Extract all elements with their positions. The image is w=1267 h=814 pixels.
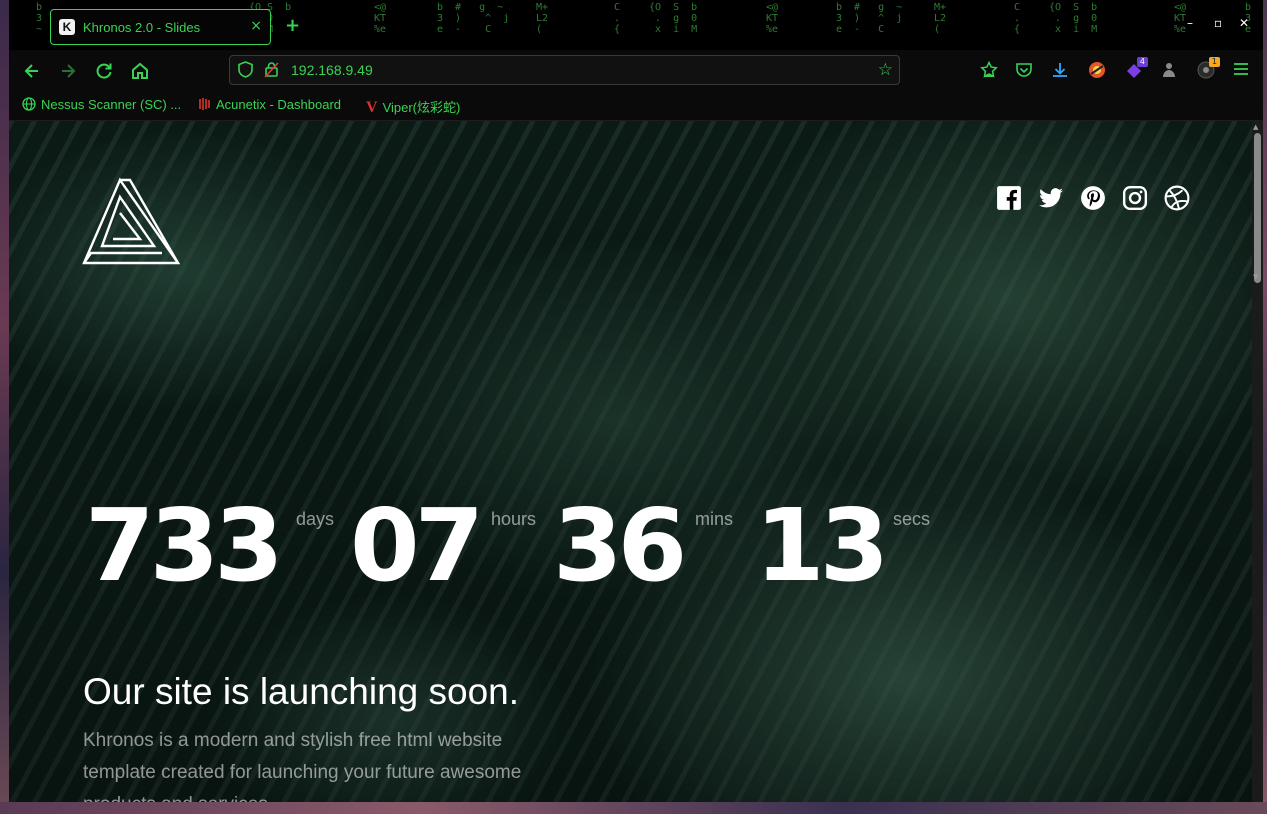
new-tab-button[interactable]: +: [285, 15, 300, 36]
pocket-icon[interactable]: [1014, 61, 1034, 81]
scroll-down-arrow-icon[interactable]: ▼: [1253, 273, 1258, 281]
extension-orange-icon[interactable]: [1087, 61, 1107, 81]
page-scrollbar[interactable]: ▲ ▼: [1252, 121, 1263, 802]
maximize-button[interactable]: ▫: [1214, 16, 1222, 30]
minimize-button[interactable]: –: [1187, 16, 1193, 30]
scroll-up-arrow-icon[interactable]: ▲: [1253, 123, 1258, 131]
url-input[interactable]: 192.168.9.49: [291, 62, 373, 78]
webpage: 733 days 07 hours 36 mins 13 secs Our si…: [9, 121, 1252, 802]
countdown-hours: 07: [350, 487, 484, 604]
bookmark-star-icon[interactable]: [979, 60, 999, 81]
back-button[interactable]: [22, 61, 42, 81]
browser-window: b 3 ~ {O S b g 0 i M <@ KT %e b # g ~ 3 …: [9, 0, 1263, 802]
acunetix-icon: [197, 97, 211, 112]
khronos-logo-icon[interactable]: [82, 177, 180, 267]
dribbble-icon[interactable]: [1164, 185, 1190, 211]
download-icon[interactable]: [1050, 61, 1070, 81]
bookmark-label: Viper(炫彩蛇): [382, 100, 461, 115]
extension-dark-icon[interactable]: 1: [1196, 57, 1220, 81]
countdown-mins-label: mins: [695, 509, 734, 529]
tab-title: Khronos 2.0 - Slides: [83, 20, 201, 35]
scrollbar-thumb[interactable]: [1254, 133, 1261, 283]
navigation-toolbar: 192.168.9.49 ☆ 4 1: [9, 50, 1263, 92]
desktop-wallpaper-bottom: [0, 802, 1267, 814]
forward-button[interactable]: [58, 61, 78, 81]
extension-gray-icon[interactable]: [1159, 61, 1179, 81]
bookmark-nessus[interactable]: Nessus Scanner (SC) ...: [22, 97, 181, 112]
page-headline: Our site is launching soon.: [83, 671, 520, 712]
reload-icon: [96, 63, 112, 79]
tab-strip: b 3 ~ {O S b g 0 i M <@ KT %e b # g ~ 3 …: [9, 0, 1263, 50]
twitter-icon[interactable]: [1038, 185, 1064, 211]
instagram-icon[interactable]: [1122, 185, 1148, 211]
extension-purple-icon[interactable]: 4: [1124, 57, 1148, 81]
desktop-wallpaper-left: [0, 0, 9, 814]
arrow-right-icon: [62, 64, 76, 78]
countdown-hours-label: hours: [491, 509, 537, 529]
home-icon: [132, 62, 148, 79]
insecure-lock-icon[interactable]: [264, 61, 279, 82]
countdown-secs: 13: [755, 487, 889, 604]
tab-active[interactable]: K Khronos 2.0 - Slides ×: [50, 9, 271, 45]
countdown-days-label: days: [296, 509, 335, 529]
reload-button[interactable]: [94, 61, 114, 81]
bookmark-label: Nessus Scanner (SC) ...: [41, 97, 182, 112]
close-tab-icon[interactable]: ×: [250, 18, 262, 34]
extension-badge: 1: [1208, 57, 1220, 67]
close-window-button[interactable]: ✕: [1239, 16, 1249, 30]
pinterest-icon[interactable]: [1080, 185, 1106, 211]
bookmark-viper[interactable]: V Viper(炫彩蛇): [366, 97, 460, 117]
home-button[interactable]: [130, 61, 150, 81]
bookmark-star-icon[interactable]: ☆: [878, 60, 893, 80]
menu-icon[interactable]: [1231, 61, 1251, 81]
facebook-icon[interactable]: [996, 185, 1022, 211]
tracking-shield-icon[interactable]: [238, 61, 253, 82]
arrow-left-icon: [24, 64, 38, 78]
bookmark-label: Acunetix - Dashboard: [216, 97, 342, 112]
bookmarks-toolbar: Nessus Scanner (SC) ... Acunetix - Dashb…: [9, 92, 1263, 121]
bookmark-acunetix[interactable]: Acunetix - Dashboard: [197, 97, 341, 112]
page-description: Khronos is a modern and stylish free htm…: [83, 730, 522, 802]
countdown-mins: 36: [553, 487, 687, 604]
address-bar[interactable]: 192.168.9.49 ☆: [229, 55, 900, 85]
viper-icon: V: [366, 99, 378, 116]
globe-icon: [22, 97, 36, 112]
extension-badge: 4: [1136, 57, 1148, 67]
countdown-secs-label: secs: [893, 509, 931, 529]
countdown-days: 733: [85, 487, 284, 604]
tab-favicon: K: [59, 19, 75, 35]
